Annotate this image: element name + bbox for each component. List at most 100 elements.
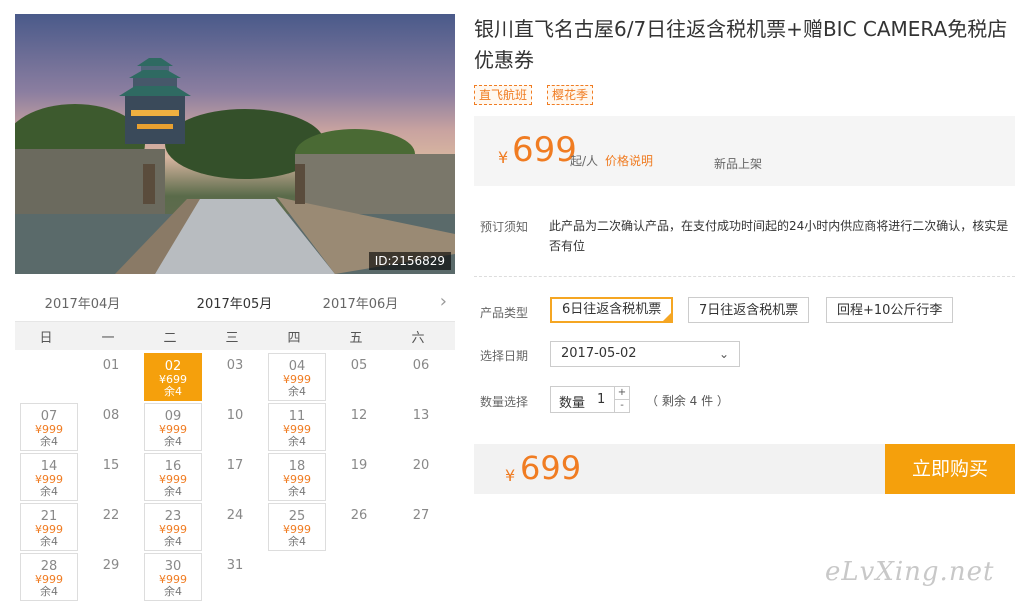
calendar-grid: 日 一 二 三 四 五 六 01 02 ¥699 余4 03 04 ¥999 余4 05 06 07 ¥999 余4… [15,321,455,606]
day-number: 24 [226,508,244,523]
new-listing-status: 新品上架 [714,157,763,171]
notice-text: 此产品为二次确认产品，在支付成功时间起的24小时内供应商将进行二次确认，核实是否… [549,219,1009,253]
price-panel: ¥ 699 起/人 价格说明 新品上架 [474,116,1015,186]
month-tab-prev[interactable]: 2017年04月 [20,293,145,312]
tag-sakura-season: 樱花季 [547,85,594,105]
remaining-stock: （ 剩余 4 件 ） [646,394,729,408]
calendar-day[interactable]: 14 ¥999 余4 [20,453,78,501]
date-dropdown-value: 2017-05-02 [561,346,637,361]
calendar-day: 15 [82,453,140,501]
day-number: 07 [40,409,58,424]
day-number: 18 [288,459,306,474]
day-number: 11 [288,409,306,424]
calendar-day: 20 [392,453,450,501]
quantity-value[interactable]: 1 [597,392,605,407]
day-number: 17 [226,458,244,473]
minus-icon[interactable]: - [614,400,629,412]
date-dropdown[interactable]: 2017-05-02 ⌄ [550,341,740,367]
weekday-label: 三 [225,331,239,346]
day-stock: 余4 [164,435,182,448]
calendar-day[interactable]: 28 ¥999 余4 [20,553,78,601]
day-stock: 余4 [164,485,182,498]
day-number: 19 [350,458,368,473]
day-number: 13 [412,408,430,423]
price-explain-link[interactable]: 价格说明 [605,152,653,169]
calendar-day[interactable]: 09 ¥999 余4 [144,403,202,451]
calendar-day[interactable]: 04 ¥999 余4 [268,353,326,401]
weekday-header: 日一二三四五六 [15,322,455,350]
day-stock: 余4 [288,535,306,548]
day-number: 08 [102,408,120,423]
day-number: 28 [40,559,58,574]
quantity-stepper[interactable]: 数量 1 + - [550,386,630,413]
option-return-luggage[interactable]: 回程+10公斤行李 [826,297,954,323]
day-number: 15 [102,458,120,473]
day-number: 30 [164,559,182,574]
calendar-day-selected[interactable]: 02 ¥699 余4 [144,353,202,401]
day-stock: 余4 [164,385,182,398]
day-number: 31 [226,558,244,573]
calendar-day: 31 [206,553,264,601]
day-stock: 余4 [40,535,58,548]
calendar-day[interactable]: 11 ¥999 余4 [268,403,326,451]
watermark: eLvXing.net [825,557,995,587]
calendar-day[interactable]: 25 ¥999 余4 [268,503,326,551]
weekday-label: 四 [287,331,301,346]
calendar-day: 13 [392,403,450,451]
day-number: 03 [226,358,244,373]
quantity-label: 数量选择 [480,395,529,409]
day-number: 27 [412,508,430,523]
castle-scene-illustration [15,58,455,274]
tag-direct-flight: 直飞航班 [474,85,533,105]
chevron-right-icon[interactable]: › [440,291,447,312]
option-6-day-ticket[interactable]: 6日往返含税机票 [550,297,674,323]
product-type-label: 产品类型 [480,306,529,320]
weekday-label: 六 [411,331,425,346]
month-tab-current[interactable]: 2017年05月 [172,293,297,324]
calendar-day[interactable]: 23 ¥999 余4 [144,503,202,551]
day-number: 25 [288,509,306,524]
notice-label: 预订须知 [480,220,529,234]
buy-now-button[interactable]: 立即购买 [885,444,1015,494]
starting-price: 699 [512,130,577,170]
day-number: 04 [288,359,306,374]
product-title: 银川直飞名古屋6/7日往返含税机票+赠BIC CAMERA免税店优惠券 [474,17,1008,72]
calendar-day: 05 [330,353,388,401]
calendar-day[interactable]: 21 ¥999 余4 [20,503,78,551]
total-currency-symbol: ¥ [505,466,516,485]
calendar-day: 17 [206,453,264,501]
calendar-day[interactable]: 07 ¥999 余4 [20,403,78,451]
option-7-day-ticket[interactable]: 7日往返含税机票 [688,297,810,323]
calendar-day[interactable]: 30 ¥999 余4 [144,553,202,601]
day-stock: 余4 [288,435,306,448]
calendar-month-tabs: 2017年04月 2017年05月 2017年06月 › [15,285,455,324]
price-unit: 起/人 [570,154,599,168]
plus-icon[interactable]: + [614,387,629,400]
date-select-label: 选择日期 [480,349,529,363]
weekday-label: 五 [349,331,363,346]
calendar-day[interactable]: 18 ¥999 余4 [268,453,326,501]
quantity-field-label: 数量 [559,396,586,411]
day-number: 23 [164,509,182,524]
calendar-day[interactable]: 16 ¥999 余4 [144,453,202,501]
calendar-day: 22 [82,503,140,551]
weekday-label: 二 [163,331,177,346]
day-number: 10 [226,408,244,423]
product-hero-image: ID:2156829 [15,14,455,274]
day-number: 05 [350,358,368,373]
divider [474,276,1015,277]
day-stock: 余4 [40,585,58,598]
image-id-badge: ID:2156829 [368,252,451,270]
day-number: 21 [40,509,58,524]
month-tab-next[interactable]: 2017年06月 [298,293,423,312]
day-number: 20 [412,458,430,473]
calendar-day: 26 [330,503,388,551]
calendar-day: 27 [392,503,450,551]
day-number: 09 [164,409,182,424]
day-number: 26 [350,508,368,523]
day-number: 22 [102,508,120,523]
day-stock: 余4 [164,535,182,548]
day-stock: 余4 [40,485,58,498]
day-number: 06 [412,358,430,373]
calendar-day: 01 [82,353,140,401]
